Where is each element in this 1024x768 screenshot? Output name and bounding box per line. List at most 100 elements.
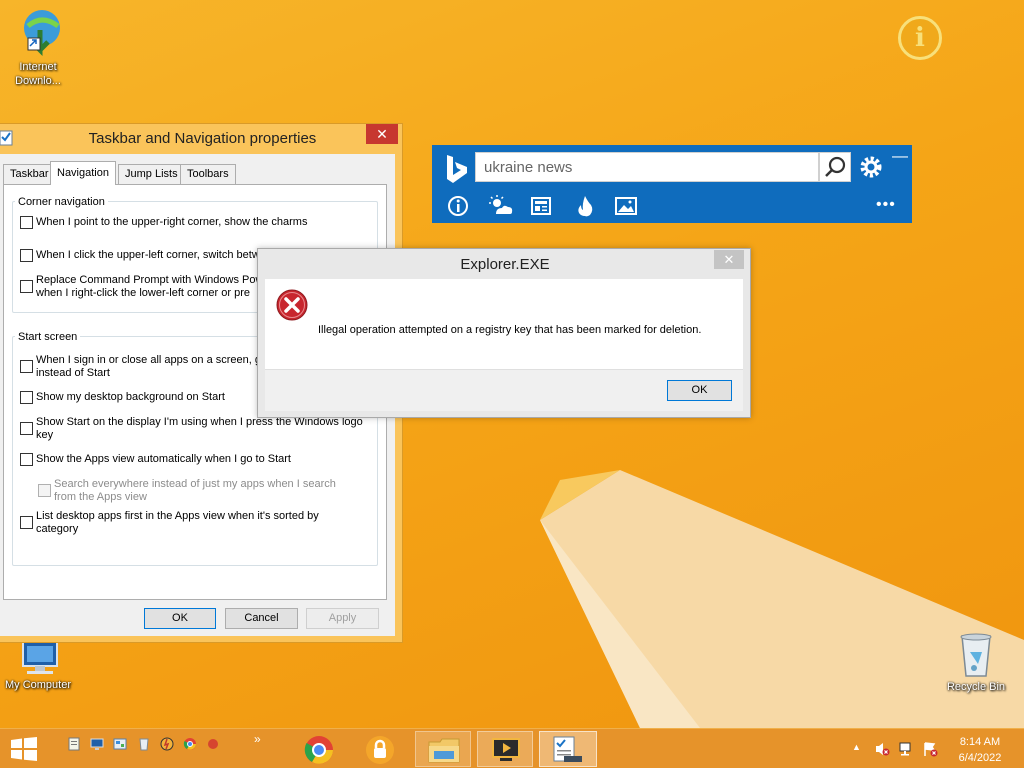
checkbox-label-line: instead of Start: [36, 367, 110, 379]
checkbox[interactable]: [20, 216, 33, 229]
taskbar-file-explorer[interactable]: [415, 731, 471, 767]
volume-muted-icon[interactable]: [874, 741, 890, 757]
trending-fire-icon[interactable]: [573, 194, 597, 218]
checkbox-label-line: List desktop apps first in the Apps view…: [36, 510, 319, 522]
dialog-footer: OK: [265, 369, 743, 411]
apply-button[interactable]: Apply: [306, 608, 379, 629]
bing-logo-icon: [447, 155, 467, 183]
checkbox-label-line: category: [36, 523, 79, 535]
desktop-icon-label: Recycle Bin: [946, 681, 1006, 693]
checkbox-label-line: key: [36, 429, 54, 441]
recycle-bin-small-icon[interactable]: [137, 737, 151, 751]
explorer-error-dialog: Explorer.EXE ✕ Illegal operation attempt…: [257, 248, 751, 418]
checkbox[interactable]: [20, 280, 33, 293]
checkbox-row-upper-left[interactable]: When I click the upper-left corner, swit…: [20, 249, 260, 262]
search-button[interactable]: [819, 152, 851, 182]
checkbox[interactable]: [20, 453, 33, 466]
tab-navigation[interactable]: Navigation: [50, 161, 116, 185]
checkbox-row-desktop-background[interactable]: Show my desktop background on Start: [20, 391, 225, 404]
checkbox-label: List desktop apps first in the Apps view…: [36, 510, 319, 536]
desktop-icon-label: Internet Downlo...: [15, 61, 61, 87]
checkbox-label-line: When I sign in or close all apps on a sc…: [36, 354, 262, 366]
dialog-title: Explorer.EXE: [460, 256, 550, 273]
bing-search-input[interactable]: ukraine news: [475, 152, 819, 182]
clock-date[interactable]: 6/4/2022: [952, 752, 1008, 764]
close-button[interactable]: ✕: [366, 124, 398, 144]
network-icon[interactable]: [898, 741, 914, 757]
info-circle-icon[interactable]: [446, 194, 470, 218]
taskbar-chrome[interactable]: [300, 731, 340, 767]
checkbox-label: When I point to the upper-right corner, …: [36, 216, 308, 228]
gear-icon[interactable]: [856, 152, 886, 182]
error-message: Illegal operation attempted on a registr…: [318, 324, 702, 336]
checkbox[interactable]: [20, 249, 33, 262]
chrome-small-icon[interactable]: [183, 737, 197, 751]
taskbar-properties-window[interactable]: [539, 731, 597, 767]
checkbox-label-line: Replace Command Prompt with Windows Pow: [36, 274, 264, 286]
search-icon: [825, 156, 846, 177]
red-circle-icon[interactable]: [206, 737, 220, 751]
close-button[interactable]: ✕: [714, 250, 744, 269]
checkbox-label-line: from the Apps view: [54, 491, 147, 503]
chrome-icon: [304, 736, 333, 764]
start-button[interactable]: [10, 737, 38, 761]
cancel-button[interactable]: Cancel: [225, 608, 298, 629]
more-options-button[interactable]: •••: [876, 196, 896, 214]
windows-logo-icon: [11, 737, 37, 761]
checkbox-label-line: Search everywhere instead of just my app…: [54, 478, 336, 490]
desktop-icon-label: My Computer: [4, 679, 72, 691]
checkbox-label: Show the Apps view automatically when I …: [36, 453, 291, 465]
image-icon[interactable]: [614, 194, 638, 218]
recycle-bin-icon: [960, 633, 992, 677]
taskbar-vpn[interactable]: [360, 731, 400, 767]
checkbox-row-show-start-display[interactable]: Show Start on the display I'm using when…: [20, 416, 363, 442]
taskbar-media-app[interactable]: [477, 731, 533, 767]
tab-taskbar[interactable]: Taskbar: [3, 164, 56, 184]
computer-icon: [22, 641, 58, 674]
toolbar-overflow-button[interactable]: »: [254, 732, 261, 746]
action-center-flag-icon[interactable]: [922, 741, 938, 757]
info-icon[interactable]: i: [898, 16, 942, 60]
minimize-button[interactable]: —: [892, 149, 908, 165]
ok-button[interactable]: OK: [667, 380, 732, 401]
checkbox-label: When I sign in or close all apps on a sc…: [36, 354, 261, 380]
group-legend: Corner navigation: [15, 196, 108, 208]
checkbox-row-sign-in[interactable]: When I sign in or close all apps on a sc…: [20, 354, 261, 380]
video-player-icon: [492, 738, 520, 761]
checkbox[interactable]: [20, 516, 33, 529]
notepad-icon[interactable]: [67, 737, 81, 751]
news-icon[interactable]: [530, 194, 554, 218]
checkbox-row-powershell[interactable]: Replace Command Prompt with Windows Pow …: [20, 274, 263, 300]
desktop-icon-my-computer[interactable]: My Computer: [0, 640, 76, 692]
idm-icon: [24, 10, 60, 57]
desktop-icon-internet-download-manager[interactable]: Internet Downlo...: [0, 6, 76, 88]
dialog-body: Illegal operation attempted on a registr…: [265, 279, 743, 369]
folder-icon: [428, 738, 460, 763]
checkbox-disabled: [38, 484, 51, 497]
group-legend: Start screen: [15, 331, 81, 343]
weather-icon[interactable]: [488, 194, 513, 218]
desktop-icon-recycle-bin[interactable]: Recycle Bin: [938, 632, 1014, 694]
tab-toolbars[interactable]: Toolbars: [180, 164, 236, 184]
control-panel-icon[interactable]: [113, 737, 127, 751]
checkbox-label: Show Start on the display I'm using when…: [36, 416, 363, 442]
checkbox-label: Replace Command Prompt with Windows Pow …: [36, 274, 263, 300]
checkbox-label-line: when I right-click the lower-left corner…: [36, 287, 250, 299]
error-icon: [276, 289, 308, 321]
checkbox-row-list-desktop-apps[interactable]: List desktop apps first in the Apps view…: [20, 510, 319, 536]
checkbox-row-charms[interactable]: When I point to the upper-right corner, …: [20, 216, 307, 229]
checkbox-row-apps-view[interactable]: Show the Apps view automatically when I …: [20, 453, 291, 466]
checkbox-label: Search everywhere instead of just my app…: [54, 478, 336, 504]
monitor-icon[interactable]: [90, 737, 104, 751]
window-title: Taskbar and Navigation properties: [88, 130, 317, 147]
show-hidden-icons-button[interactable]: ▲: [852, 742, 861, 752]
performance-monitor-icon[interactable]: [160, 737, 174, 751]
checkbox[interactable]: [20, 360, 33, 373]
tab-jump-lists[interactable]: Jump Lists: [118, 164, 185, 184]
taskbar-settings-icon: [553, 736, 582, 762]
ok-button[interactable]: OK: [144, 608, 216, 629]
checkbox[interactable]: [20, 391, 33, 404]
clock-time[interactable]: 8:14 AM: [952, 736, 1008, 748]
checkbox[interactable]: [20, 422, 33, 435]
checkbox-label: When I click the upper-left corner, swit…: [36, 249, 260, 261]
